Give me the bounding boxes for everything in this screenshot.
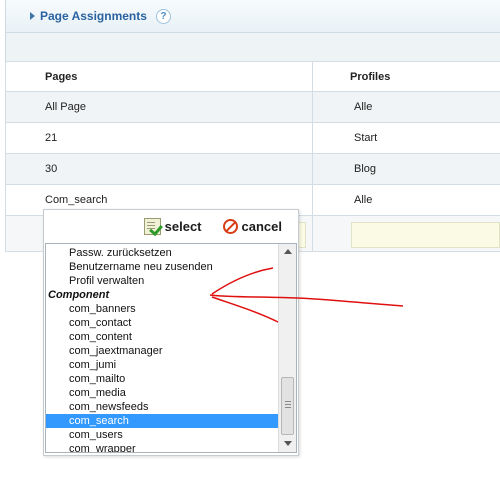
help-icon[interactable]: ? xyxy=(155,8,171,24)
cell-profile: Alle xyxy=(312,91,500,123)
list-item[interactable]: com_newsfeeds xyxy=(46,400,278,414)
column-header-profiles: Profiles xyxy=(312,61,500,92)
popup-toolbar: select cancel xyxy=(44,210,298,243)
cell-profile: Start xyxy=(312,122,500,154)
list-group-component: Component xyxy=(48,289,110,301)
page-selector-popup: select cancel Passw. zurücksetzen Benutz… xyxy=(43,209,299,456)
panel-header[interactable]: Page Assignments ? xyxy=(6,0,500,33)
listbox-viewport: Passw. zurücksetzen Benutzername neu zus… xyxy=(46,244,278,452)
list-item[interactable]: com_jaextmanager xyxy=(46,344,278,358)
table-header-row: Pages Profiles xyxy=(5,61,500,92)
thumb-grip xyxy=(285,407,291,408)
cell-page: 30 xyxy=(5,153,313,185)
list-item[interactable]: Benutzername neu zusenden xyxy=(46,260,278,274)
scrollbar-thumb[interactable] xyxy=(281,377,294,435)
list-item[interactable]: Passw. zurücksetzen xyxy=(46,246,278,260)
column-header-pages: Pages xyxy=(5,61,313,92)
cell-profile: Blog xyxy=(312,153,500,185)
list-item[interactable]: com_users xyxy=(46,428,278,442)
cancel-icon xyxy=(222,219,238,234)
scroll-down-arrow-icon[interactable] xyxy=(284,441,292,446)
select-button-label: select xyxy=(164,219,202,234)
cell-page: 21 xyxy=(5,122,313,154)
scroll-up-arrow-icon[interactable] xyxy=(284,249,292,254)
select-check-icon xyxy=(143,218,161,235)
listbox-scrollbar[interactable] xyxy=(278,244,296,452)
select-button[interactable]: select xyxy=(143,218,202,235)
panel-title: Page Assignments xyxy=(40,9,147,23)
cancel-button[interactable]: cancel xyxy=(222,219,282,234)
cancel-button-label: cancel xyxy=(241,219,282,234)
list-item[interactable]: com_content xyxy=(46,330,278,344)
list-item[interactable]: com_media xyxy=(46,386,278,400)
list-item-selected[interactable]: com_search xyxy=(46,414,278,428)
cell-profile: Alle xyxy=(312,184,500,216)
list-item[interactable]: com_banners xyxy=(46,302,278,316)
list-item[interactable]: com_contact xyxy=(46,316,278,330)
thumb-grip xyxy=(285,401,291,402)
expand-triangle-icon[interactable] xyxy=(30,12,35,20)
page-listbox[interactable]: Passw. zurücksetzen Benutzername neu zus… xyxy=(45,243,297,453)
list-item[interactable]: Profil verwalten xyxy=(46,274,278,288)
thumb-grip xyxy=(285,404,291,405)
cell-page: All Page xyxy=(5,91,313,123)
list-item[interactable]: com_mailto xyxy=(46,372,278,386)
table-row[interactable]: All Page Alle xyxy=(5,91,500,123)
table-row[interactable]: 30 Blog xyxy=(5,153,500,185)
list-item[interactable]: com_jumi xyxy=(46,358,278,372)
list-item[interactable]: com_wrapper xyxy=(46,442,278,452)
profile-select-field[interactable] xyxy=(351,222,500,248)
table-row[interactable]: 21 Start xyxy=(5,122,500,154)
